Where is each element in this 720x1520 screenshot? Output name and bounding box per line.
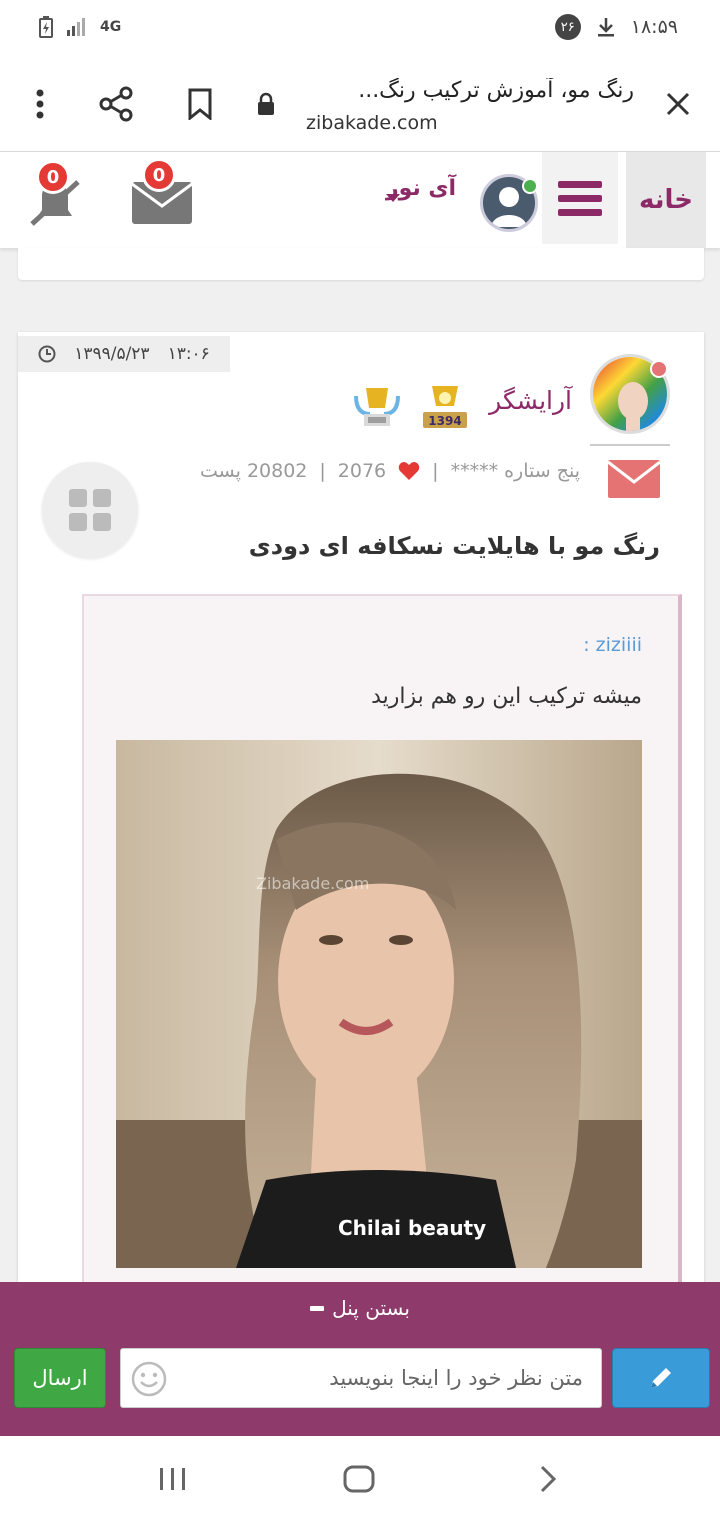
close-panel-label: بستن پنل — [332, 1296, 410, 1320]
post-card: ۱۳:۰۶ ۱۳۹۹/۵/۲۳ آرایشگر 1394 پنج ستاره *… — [18, 332, 704, 1292]
more-options-button[interactable] — [20, 84, 60, 124]
cup-award-icon — [354, 388, 400, 426]
author-name[interactable]: آرایشگر — [489, 386, 572, 415]
avatar-divider — [590, 444, 670, 446]
author-rank: پنج ستاره ***** — [450, 460, 580, 482]
lock-icon — [258, 92, 274, 115]
system-nav-bar — [0, 1436, 720, 1520]
clock-icon — [38, 345, 56, 363]
browser-toolbar: رنگ مو، آموزش ترکیب رنگ... zibakade.com — [0, 58, 720, 152]
bookmark-icon — [188, 88, 212, 120]
post-title: رنگ مو با هایلایت نسکافه ای دودی — [248, 532, 660, 560]
site-header: خانه 0 0 — [0, 152, 720, 248]
minus-icon — [310, 1305, 325, 1311]
photo-watermark: Zibakade.com — [256, 874, 370, 893]
notifications-button[interactable]: 0 — [28, 160, 82, 228]
grid-icon — [69, 489, 87, 507]
rich-editor-button[interactable] — [612, 1348, 710, 1408]
emoji-icon[interactable] — [131, 1361, 167, 1397]
menu-button[interactable] — [542, 152, 618, 244]
quote-text: میشه ترکیب این رو هم بزارید — [371, 684, 642, 709]
close-tab-button[interactable] — [658, 84, 698, 124]
pencil-icon — [651, 1368, 671, 1388]
online-status-dot — [522, 178, 538, 194]
share-button[interactable] — [96, 84, 136, 124]
quote-box: ziziiii : میشه ترکیب این رو هم بزارید Zi — [82, 594, 682, 1292]
posts-count: 20802 پست — [200, 460, 308, 482]
kebab-menu-icon — [36, 89, 44, 119]
comment-panel: بستن پنل متن نظر خود را اینجا بنویسید ار… — [0, 1282, 720, 1436]
notifications-count-badge: 0 — [36, 160, 70, 194]
bookmark-button[interactable] — [180, 84, 220, 124]
close-icon — [666, 92, 690, 116]
envelope-icon — [607, 460, 661, 498]
recent-apps-icon[interactable] — [158, 1466, 188, 1492]
home-tab[interactable]: خانه — [626, 152, 706, 248]
hair-color-photo[interactable]: Zibakade.com Chilai beauty — [116, 740, 642, 1268]
signal-icon — [67, 18, 85, 36]
notification-count-badge: ۲۶ — [554, 14, 581, 40]
post-options-button[interactable] — [42, 462, 138, 558]
previous-post-card — [18, 248, 704, 280]
share-icon — [99, 86, 133, 122]
post-date-tag: ۱۳:۰۶ ۱۳۹۹/۵/۲۳ — [18, 336, 230, 372]
trophy-badge-icon: 1394 — [423, 386, 467, 428]
medal-year: 1394 — [428, 414, 461, 428]
medal-cup — [352, 384, 402, 430]
secure-lock — [246, 84, 286, 124]
heart-icon — [398, 462, 420, 480]
status-bar: 4G ۲۶ ۱۸:۵۹ — [0, 0, 720, 58]
photo-brand-label: Chilai beauty — [338, 1216, 487, 1240]
message-author-button[interactable] — [606, 456, 662, 500]
caret-down-icon[interactable] — [386, 194, 400, 202]
post-time: ۱۳:۰۶ — [167, 344, 210, 364]
photo-illustration — [116, 740, 642, 1268]
medal-1394: 1394 — [420, 384, 470, 430]
messages-count-badge: 0 — [142, 158, 176, 192]
hamburger-icon — [558, 180, 602, 188]
likes-count: 2076 — [337, 460, 387, 482]
messages-button[interactable]: 0 — [130, 158, 194, 226]
close-panel-button[interactable]: بستن پنل — [0, 1296, 720, 1320]
back-icon[interactable] — [536, 1464, 560, 1494]
battery-saver-icon — [39, 16, 53, 38]
send-comment-button[interactable]: ارسال — [14, 1348, 106, 1408]
home-icon[interactable] — [342, 1464, 376, 1494]
network-type: 4G — [100, 19, 122, 35]
quote-author[interactable]: ziziiii : — [583, 634, 642, 656]
author-status-dot — [650, 360, 668, 378]
comment-placeholder: متن نظر خود را اینجا بنویسید — [329, 1366, 583, 1390]
clock: ۱۸:۵۹ — [630, 16, 678, 38]
page-domain[interactable]: zibakade.com — [306, 112, 438, 134]
page-title: رنگ مو، آموزش ترکیب رنگ... — [358, 78, 634, 103]
post-date: ۱۳۹۹/۵/۲۳ — [74, 344, 150, 364]
comment-input[interactable]: متن نظر خود را اینجا بنویسید — [120, 1348, 602, 1408]
download-icon — [597, 18, 614, 37]
author-stats: پنج ستاره ***** | 2076 | 20802 پست — [200, 460, 580, 482]
